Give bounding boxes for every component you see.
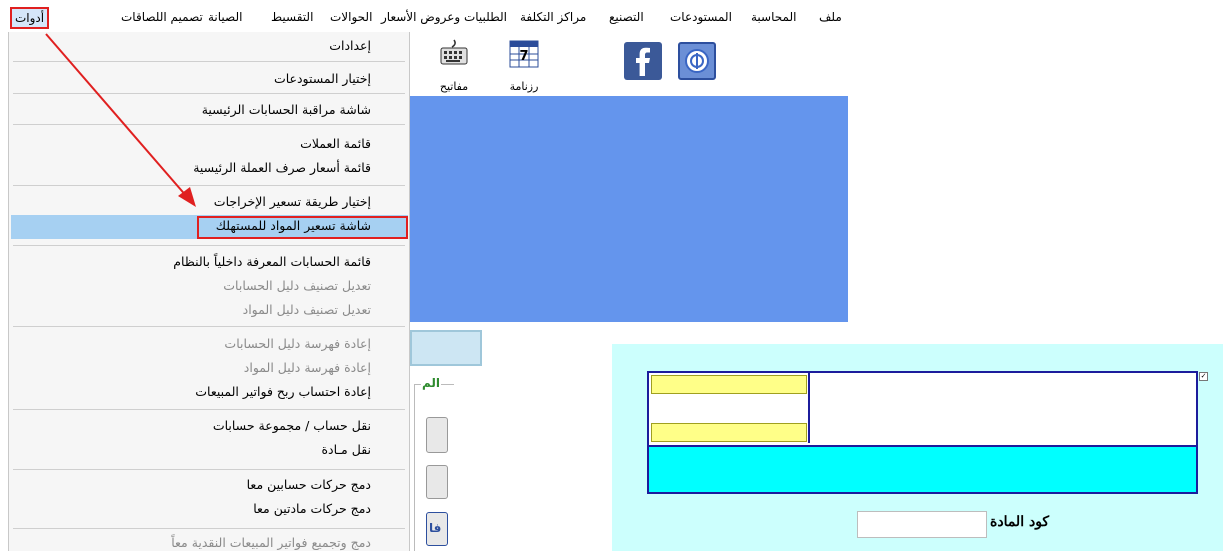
grid-divider (808, 371, 810, 443)
cyan-row (649, 445, 1196, 492)
item-code-label: كود المادة (990, 514, 1050, 530)
yellow-cell-bottom[interactable] (651, 423, 807, 442)
item-code-input[interactable] (857, 511, 987, 538)
yellow-cell-top[interactable] (651, 375, 807, 394)
dialog-checkbox[interactable]: ✓ (1199, 372, 1208, 381)
white-cell[interactable] (651, 396, 807, 422)
